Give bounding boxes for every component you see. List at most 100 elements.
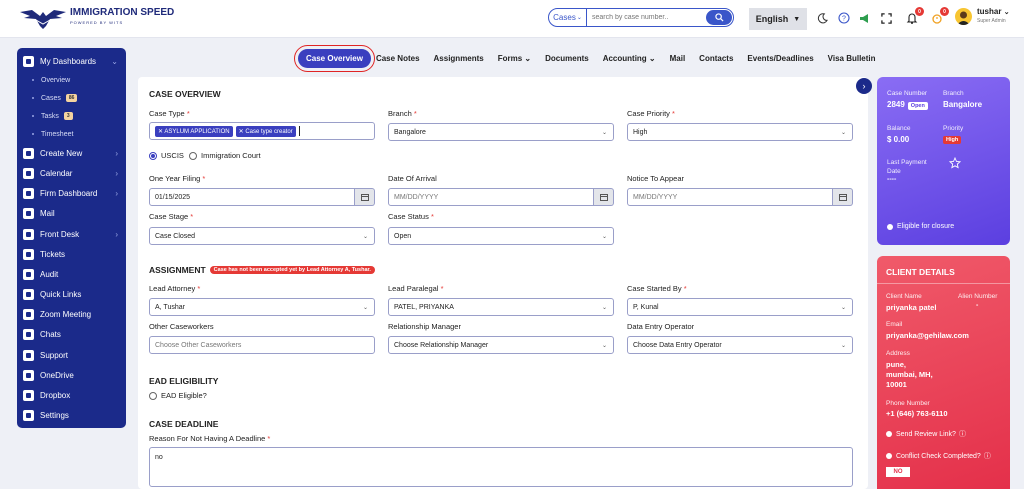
eligible-for-closure-toggle[interactable]: Eligible for closure <box>887 223 954 230</box>
sidebar-item-mail[interactable]: Mail <box>17 204 126 224</box>
sidebar-subitem-label: Timesheet <box>41 130 74 138</box>
eagle-logo-icon <box>20 10 66 29</box>
lead-attorney-select[interactable]: A, Tushar ⌄ <box>149 298 375 316</box>
user-menu[interactable]: tushar ⌄ Super Admin <box>955 7 1010 26</box>
language-select[interactable]: English ▼ <box>749 8 807 30</box>
ead-eligible-checkbox[interactable]: EAD Eligible? <box>149 391 207 400</box>
other-caseworkers-select[interactable]: Choose Other Caseworkers <box>149 336 375 354</box>
tab-events-deadlines[interactable]: Events/Deadlines <box>747 54 813 63</box>
ticket-icon <box>23 248 34 260</box>
radio-immigration-court[interactable]: Immigration Court <box>189 151 261 160</box>
help-circle-icon[interactable]: ⓘ <box>959 429 966 439</box>
chevron-down-icon: ⌄ <box>601 233 607 240</box>
timer-button[interactable]: 0 <box>930 7 949 25</box>
dark-mode-toggle[interactable] <box>815 11 829 25</box>
app-logo[interactable]: IMMIGRATION SPEED POWERED BY WITS <box>18 6 174 30</box>
one-year-calendar-button[interactable] <box>355 188 375 206</box>
case-number-label: Case Number <box>887 90 928 97</box>
help-button[interactable]: ? <box>837 11 851 25</box>
sidebar-subitem-overview[interactable]: Overview <box>17 71 126 89</box>
collapse-panel-button[interactable]: › <box>856 78 872 94</box>
tab-assignments[interactable]: Assignments <box>434 54 484 63</box>
text-cursor <box>298 126 300 136</box>
radio-selected-icon <box>149 151 157 160</box>
sidebar-item-front-desk[interactable]: Front Desk › <box>17 224 126 244</box>
count-badge: 3 <box>63 112 73 121</box>
data-entry-operator-select[interactable]: Choose Data Entry Operator ⌄ <box>627 336 853 354</box>
deadline-reason-textarea[interactable]: no <box>149 447 853 487</box>
tab-mail[interactable]: Mail <box>670 54 686 63</box>
sidebar-subitem-timesheet[interactable]: Timesheet <box>17 125 126 143</box>
sidebar-item-firm-dashboard[interactable]: Firm Dashboard › <box>17 184 126 204</box>
sidebar-subitem-cases[interactable]: Cases 86 <box>17 89 126 107</box>
sidebar-item-quick-links[interactable]: Quick Links <box>17 285 126 305</box>
case-type-chip[interactable]: ✕ ASYLUM APPLICATION <box>155 125 233 137</box>
sidebar-item-label: Tickets <box>40 249 66 259</box>
sidebar-item-tickets[interactable]: Tickets <box>17 244 126 264</box>
notice-to-appear-input[interactable]: MM/DD/YYYY <box>627 188 833 206</box>
arrival-calendar-button[interactable] <box>594 188 614 206</box>
case-started-by-select[interactable]: P, Kunal ⌄ <box>627 298 853 316</box>
client-name-label: Client Name <box>886 293 922 300</box>
send-review-link-toggle[interactable]: Send Review Link? ⓘ <box>886 429 966 439</box>
case-type-multiselect[interactable]: ✕ ASYLUM APPLICATION ✕ Case type creator <box>149 122 375 140</box>
email-value: priyanka@gehilaw.com <box>886 331 969 340</box>
sidebar-item-audit[interactable]: Audit <box>17 264 126 284</box>
case-priority-select[interactable]: High ⌄ <box>627 123 853 141</box>
tab-documents[interactable]: Documents <box>545 54 589 63</box>
tab-visa-bulletin[interactable]: Visa Bulletin <box>828 54 876 63</box>
date-of-arrival-input[interactable]: MM/DD/YYYY <box>388 188 594 206</box>
client-name-value: priyanka patel <box>886 303 937 312</box>
nta-calendar-button[interactable] <box>833 188 853 206</box>
phone-value: +1 (646) 763-6110 <box>886 409 948 418</box>
star-icon[interactable] <box>949 157 961 169</box>
notifications-button[interactable]: 0 <box>905 7 924 25</box>
radio-uscis[interactable]: USCIS <box>149 151 184 160</box>
lead-paralegal-select[interactable]: PATEL, PRIYANKA ⌄ <box>388 298 614 316</box>
sidebar-item-settings[interactable]: Settings <box>17 406 126 426</box>
divider <box>877 283 1010 284</box>
section-title-case-deadline: CASE DEADLINE <box>149 419 219 429</box>
circle-icon <box>887 223 893 230</box>
conflict-check-toggle[interactable]: Conflict Check Completed? ⓘ <box>886 451 991 461</box>
address-line-2: mumbai, MH, <box>886 370 933 379</box>
sidebar-item-my-dashboards[interactable]: My Dashboards ⌄ <box>17 51 126 71</box>
search-input[interactable] <box>587 10 706 25</box>
branch-select[interactable]: Bangalore ⌄ <box>388 123 614 141</box>
case-stage-select[interactable]: Case Closed ⌄ <box>149 227 375 245</box>
sidebar-item-zoom-meeting[interactable]: Zoom Meeting <box>17 305 126 325</box>
link-icon <box>23 289 34 301</box>
chevron-down-icon: ⌄ <box>362 233 368 240</box>
announcements-button[interactable] <box>858 11 872 25</box>
user-name: tushar <box>977 7 1002 16</box>
tab-contacts[interactable]: Contacts <box>699 54 733 63</box>
help-circle-icon[interactable]: ⓘ <box>984 451 991 461</box>
relationship-manager-select[interactable]: Choose Relationship Manager ⌄ <box>388 336 614 354</box>
search-scope-select[interactable]: Cases ⌄ <box>549 9 587 26</box>
sidebar-item-dropbox[interactable]: Dropbox <box>17 385 126 405</box>
tab-case-notes[interactable]: Case Notes <box>376 54 420 63</box>
tab-accounting[interactable]: Accounting ⌄ <box>603 54 656 63</box>
tab-case-overview[interactable]: Case Overview <box>294 44 375 72</box>
sidebar-item-calendar[interactable]: Calendar › <box>17 163 126 183</box>
sidebar-item-create-new[interactable]: Create New › <box>17 143 126 163</box>
search-button[interactable] <box>706 10 732 25</box>
sidebar-item-onedrive[interactable]: OneDrive <box>17 365 126 385</box>
sidebar-subitem-tasks[interactable]: Tasks 3 <box>17 107 126 125</box>
status-badge: Case has not been accepted yet by Lead A… <box>209 266 375 274</box>
one-year-filing-input[interactable]: 01/15/2025 <box>149 188 355 206</box>
sidebar-item-support[interactable]: Support <box>17 345 126 365</box>
chat-icon <box>23 329 34 341</box>
sidebar-item-label: OneDrive <box>40 370 74 380</box>
tab-forms[interactable]: Forms ⌄ <box>498 54 531 63</box>
case-type-chip[interactable]: ✕ Case type creator <box>235 125 296 137</box>
case-summary-card: Case Number 2849 Open Branch Bangalore Ba… <box>877 77 1010 245</box>
chevron-down-icon: ⌄ <box>840 304 846 311</box>
gear-icon <box>23 410 34 422</box>
circle-icon <box>886 453 892 459</box>
fullscreen-button[interactable] <box>879 11 893 25</box>
branch-value: Bangalore <box>943 100 983 109</box>
chevron-down-icon: ⌄ <box>111 56 118 66</box>
sidebar-item-chats[interactable]: Chats <box>17 325 126 345</box>
case-status-select[interactable]: Open ⌄ <box>388 227 614 245</box>
